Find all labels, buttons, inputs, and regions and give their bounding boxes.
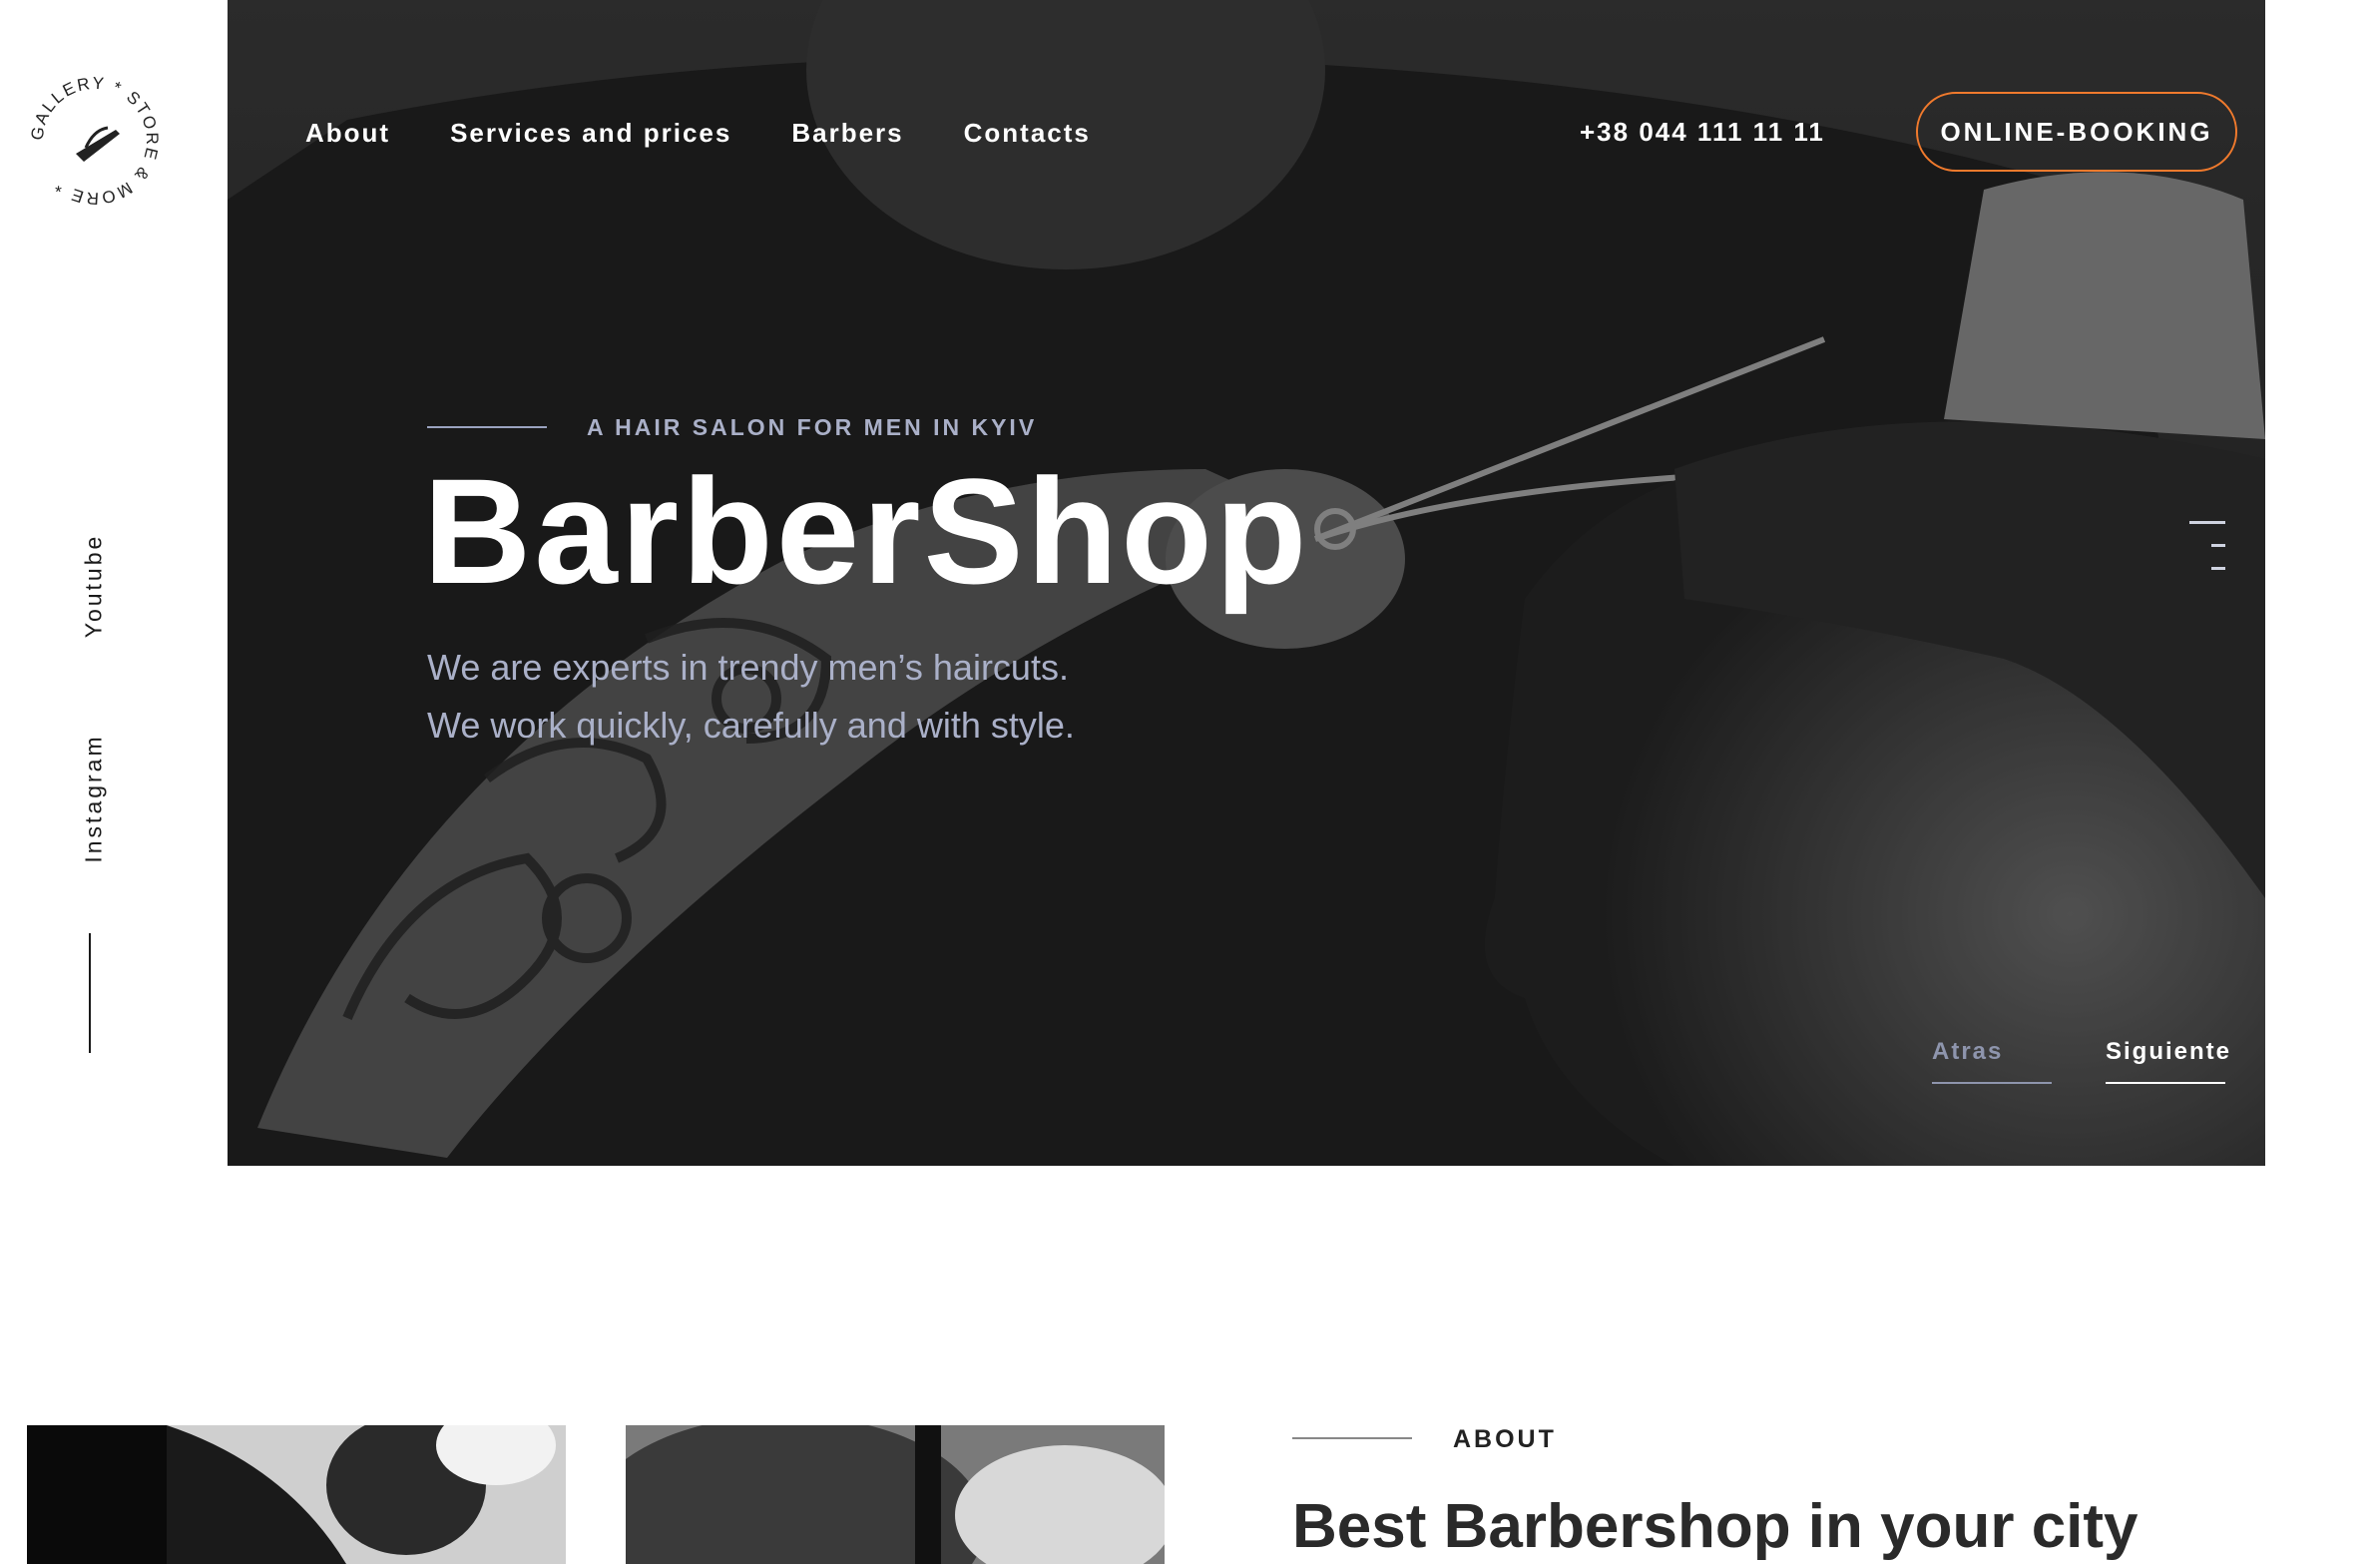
hero-subtitle: We are experts in trendy men’s haircuts.… [427,639,1075,755]
hero-subtitle-line-2: We work quickly, carefully and with styl… [427,705,1075,746]
logo-ring-text: GALLERY * STORE & MORE * [28,74,161,209]
next-slide-button[interactable]: Siguiente [2106,1038,2229,1084]
slide-dot-1[interactable] [2189,521,2225,524]
gallery-photo-1 [27,1425,566,1564]
logo[interactable]: GALLERY * STORE & MORE * [24,70,166,212]
about-line [1292,1437,1412,1439]
hero-eyebrow: A HAIR SALON FOR MEN IN KYIV [587,414,1038,440]
about-label: ABOUT [1453,1425,1557,1453]
eyebrow-line [427,426,547,428]
razor-icon [76,126,120,162]
main-nav: About Services and prices Barbers Contac… [305,118,1091,149]
slide-dot-3[interactable] [2211,567,2225,570]
rail-divider [89,933,91,1053]
gallery-photo-2 [626,1425,1165,1564]
hero-slider: About Services and prices Barbers Contac… [228,0,2265,1166]
online-booking-button[interactable]: ONLINE-BOOKING [1916,92,2237,172]
slide-indicator [2189,521,2225,590]
nav-about[interactable]: About [305,118,390,149]
nav-barbers[interactable]: Barbers [791,118,903,149]
prev-slide-button[interactable]: Atras [1932,1038,2052,1084]
hero-subtitle-line-1: We are experts in trendy men’s haircuts. [427,647,1069,688]
instagram-link[interactable]: Instagram [81,734,108,862]
svg-text:GALLERY * STORE & MORE *: GALLERY * STORE & MORE * [28,74,163,209]
youtube-link[interactable]: Youtube [81,534,108,639]
left-rail: GALLERY * STORE & MORE * Youtube Instagr… [0,0,228,1178]
nav-services-and-prices[interactable]: Services and prices [450,118,731,149]
nav-contacts[interactable]: Contacts [964,118,1091,149]
about-title: Best Barbershop in your city [1292,1492,2139,1561]
slide-dot-2[interactable] [2211,544,2225,547]
phone-number[interactable]: +38 044 111 11 11 [1580,117,1825,148]
hero-title: BarberShop [423,447,1310,615]
